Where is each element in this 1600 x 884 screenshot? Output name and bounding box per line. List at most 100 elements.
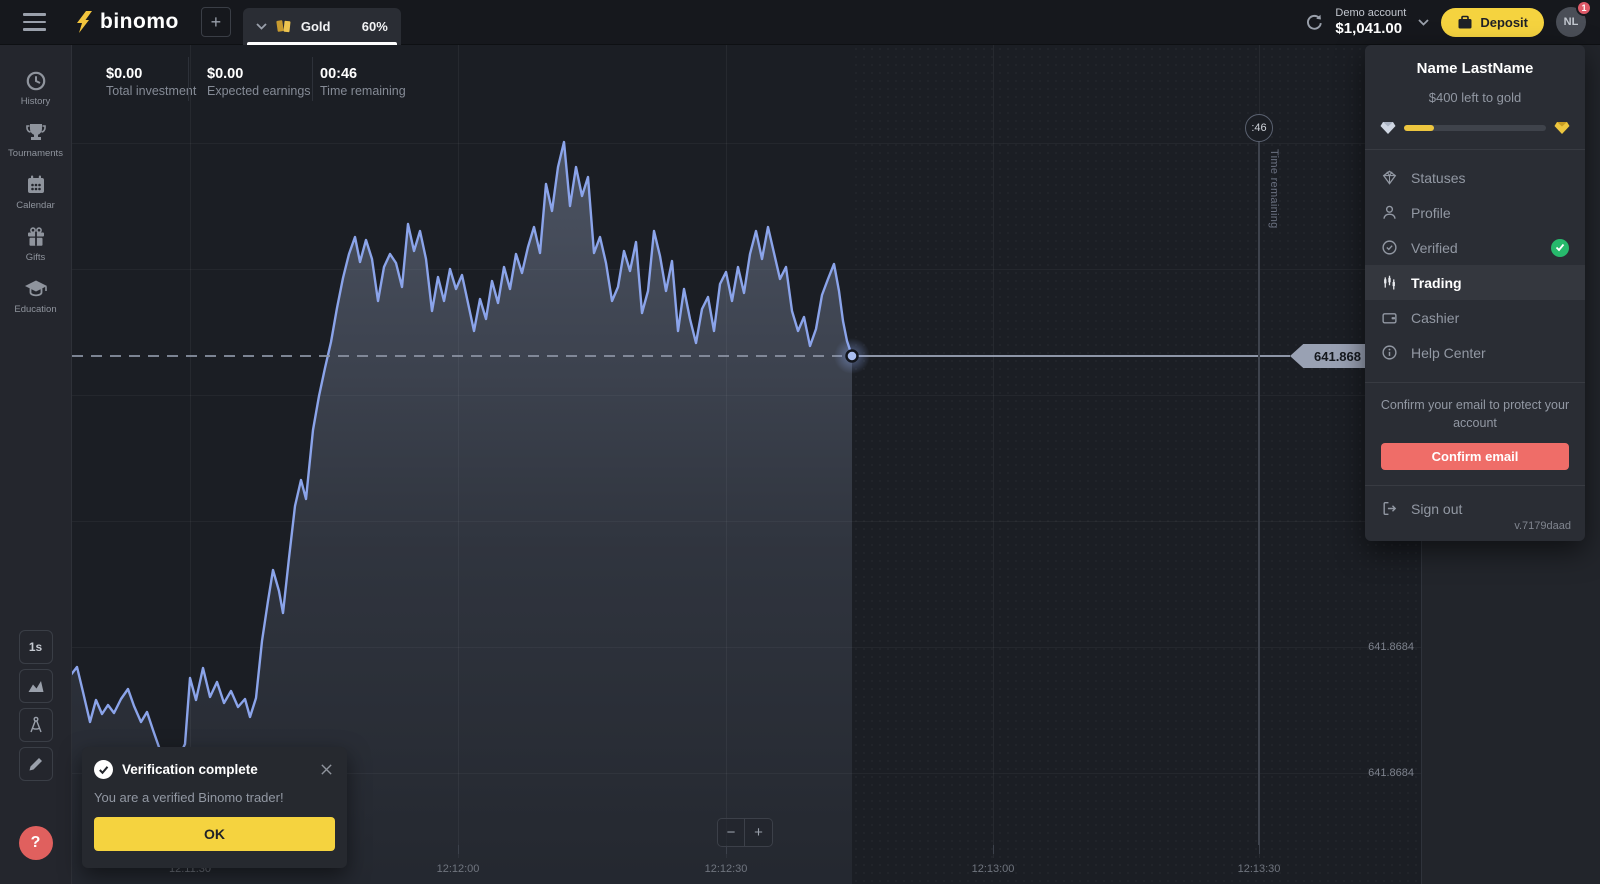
- sidebar-label: Education: [14, 304, 56, 315]
- chevron-down-icon[interactable]: [1418, 19, 1429, 26]
- sidebar-label: Gifts: [26, 252, 46, 263]
- stat-label: Time remaining: [320, 84, 406, 98]
- stat-value: 00:46: [320, 66, 406, 82]
- chart-type-button[interactable]: [19, 669, 53, 703]
- check-circle-icon: [1381, 239, 1398, 256]
- time-axis-tick: [993, 845, 994, 854]
- zoom-out-button[interactable]: −: [718, 819, 745, 846]
- timeframe-button[interactable]: 1s: [19, 630, 53, 664]
- time-axis-tick: [1259, 845, 1260, 854]
- sidebar-item-tournaments[interactable]: Tournaments: [0, 114, 72, 166]
- new-asset-tab-button[interactable]: +: [201, 7, 231, 37]
- stat-label: Total investment: [106, 84, 196, 98]
- area-chart-icon: [26, 676, 46, 696]
- binomo-logo: binomo: [76, 10, 179, 34]
- menu-label: Cashier: [1411, 310, 1459, 326]
- time-axis-label: 12:13:30: [1224, 863, 1294, 875]
- confirm-email-note: Confirm your email to protect your accou…: [1365, 396, 1585, 432]
- time-axis-label: 12:12:00: [423, 863, 493, 875]
- sidebar-item-gifts[interactable]: Gifts: [0, 218, 72, 270]
- price-axis-label: 641.8684: [1368, 641, 1414, 653]
- trophy-icon: [24, 121, 48, 145]
- trade-stats: $0.00 Total investment $0.00 Expected ea…: [72, 45, 672, 109]
- panel-divider: [1365, 382, 1585, 383]
- stat-label: Expected earnings: [207, 84, 311, 98]
- indicators-button[interactable]: [19, 708, 53, 742]
- silver-gem-icon: [1380, 121, 1396, 135]
- menu-item-statuses[interactable]: Statuses: [1365, 160, 1585, 195]
- menu-hamburger-button[interactable]: [10, 0, 58, 45]
- toast-title: Verification complete: [122, 762, 258, 777]
- expiry-timer-badge: :46: [1245, 114, 1273, 142]
- menu-item-cashier[interactable]: Cashier: [1365, 300, 1585, 335]
- time-axis-label: 12:13:00: [958, 863, 1028, 875]
- drafting-compass-icon: [26, 715, 46, 735]
- logo-text: binomo: [100, 10, 179, 34]
- toast-header: Verification complete: [94, 760, 335, 779]
- sidebar-item-history[interactable]: History: [0, 62, 72, 114]
- help-button[interactable]: ?: [19, 826, 53, 860]
- chart-tools: 1s: [19, 630, 53, 781]
- status-progress-bar: [1365, 121, 1585, 135]
- sidebar-item-education[interactable]: Education: [0, 270, 72, 322]
- sign-out-button[interactable]: Sign out: [1365, 486, 1585, 517]
- menu-label: Statuses: [1411, 170, 1465, 186]
- menu-item-trading[interactable]: Trading: [1365, 265, 1585, 300]
- chevron-down-icon: [256, 23, 267, 30]
- avatar[interactable]: NL 1: [1556, 7, 1586, 37]
- asset-payout: 60%: [362, 19, 388, 34]
- sidebar-label: Tournaments: [8, 148, 63, 159]
- topbar-right: Demo account $1,041.00 Deposit NL 1: [1304, 7, 1600, 37]
- current-price-dot: [847, 351, 858, 362]
- account-type: Demo account: [1335, 7, 1406, 20]
- account-balance: $1,041.00: [1335, 20, 1406, 37]
- clock-icon: [24, 69, 48, 93]
- ok-button[interactable]: OK: [94, 817, 335, 851]
- stat-time-remaining: 00:46 Time remaining: [320, 66, 406, 98]
- user-menu: Statuses Profile Verified: [1365, 150, 1585, 380]
- menu-label: Verified: [1411, 240, 1458, 256]
- sign-out-icon: [1381, 500, 1398, 517]
- stats-divider: [188, 57, 189, 101]
- graduation-cap-icon: [24, 277, 48, 301]
- topbar: binomo + Gold 60% Demo account $1,041.00: [0, 0, 1600, 45]
- user-menu-panel: Name LastName $400 left to gold Statuses: [1365, 45, 1585, 541]
- gift-icon: [24, 225, 48, 249]
- confirm-email-button[interactable]: Confirm email: [1381, 443, 1569, 470]
- asset-tab-gold[interactable]: Gold 60%: [243, 8, 401, 45]
- close-icon[interactable]: [318, 761, 335, 778]
- menu-item-profile[interactable]: Profile: [1365, 195, 1585, 230]
- gold-bars-icon: [275, 18, 293, 35]
- toast-message: You are a verified Binomo trader!: [94, 790, 335, 805]
- drawing-tool-button[interactable]: [19, 747, 53, 781]
- menu-item-verified[interactable]: Verified: [1365, 230, 1585, 265]
- menu-item-help-center[interactable]: Help Center: [1365, 335, 1585, 370]
- price-axis-label: 641.8684: [1368, 767, 1414, 779]
- app-version: v.7179daad: [1514, 520, 1571, 532]
- menu-label: Help Center: [1411, 345, 1486, 361]
- active-tab-underline: [247, 42, 397, 45]
- account-switcher[interactable]: Demo account $1,041.00: [1335, 7, 1406, 37]
- user-name: Name LastName: [1365, 45, 1585, 77]
- verified-badge: [1551, 239, 1569, 257]
- stat-total-investment: $0.00 Total investment: [106, 66, 196, 98]
- chart-zoom-control: − +: [717, 818, 773, 847]
- deposit-button[interactable]: Deposit: [1441, 8, 1544, 37]
- refresh-icon[interactable]: [1304, 13, 1323, 32]
- expiry-timer-label: Time remaining: [1268, 149, 1280, 229]
- sidebar-item-calendar[interactable]: Calendar: [0, 166, 72, 218]
- info-circle-icon: [1381, 344, 1398, 361]
- wallet-icon: [1381, 309, 1398, 326]
- current-price-tag: 641.868: [1290, 344, 1368, 368]
- menu-label: Profile: [1411, 205, 1451, 221]
- time-axis-tick: [458, 845, 459, 854]
- time-axis-label: 12:12:30: [691, 863, 761, 875]
- stat-expected-earnings: $0.00 Expected earnings: [207, 66, 311, 98]
- asset-name: Gold: [301, 19, 331, 34]
- verification-toast: Verification complete You are a verified…: [82, 747, 347, 868]
- calendar-icon: [24, 173, 48, 197]
- zoom-in-button[interactable]: +: [745, 819, 772, 846]
- expiry-time-line: [1258, 142, 1260, 845]
- status-progress-note: $400 left to gold: [1365, 90, 1585, 105]
- pencil-icon: [26, 754, 46, 774]
